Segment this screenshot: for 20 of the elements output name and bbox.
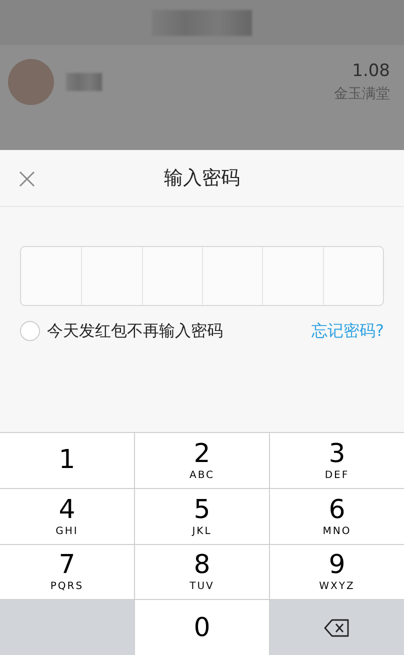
digit-key[interactable]: 7 PQRS bbox=[0, 544, 134, 600]
avatar bbox=[8, 59, 54, 105]
digit-key[interactable]: 8 TUV bbox=[135, 544, 269, 600]
remember-label: 今天发红包不再输入密码 bbox=[47, 320, 223, 342]
amount: 1.08 bbox=[352, 61, 390, 81]
digit-key[interactable]: 1 bbox=[0, 433, 134, 488]
backspace-icon bbox=[324, 618, 350, 637]
digit-key[interactable]: 9 WXYZ bbox=[270, 544, 404, 600]
remember-checkbox[interactable] bbox=[20, 321, 40, 341]
delete-key[interactable] bbox=[270, 600, 404, 655]
digit-key[interactable]: 2 ABC bbox=[135, 433, 269, 488]
sender-name: 金玉满堂 bbox=[334, 85, 390, 103]
digit-key[interactable]: 5 JKL bbox=[135, 488, 269, 544]
digit-key[interactable]: 4 GHI bbox=[0, 488, 134, 544]
digit-key[interactable]: 6 MNO bbox=[270, 488, 404, 544]
digit-key[interactable]: 3 DEF bbox=[270, 433, 404, 488]
digit-key[interactable]: 0 bbox=[135, 600, 269, 655]
dialog-title: 输入密码 bbox=[164, 166, 240, 191]
password-field[interactable] bbox=[20, 246, 384, 306]
blurred-name bbox=[66, 73, 102, 91]
